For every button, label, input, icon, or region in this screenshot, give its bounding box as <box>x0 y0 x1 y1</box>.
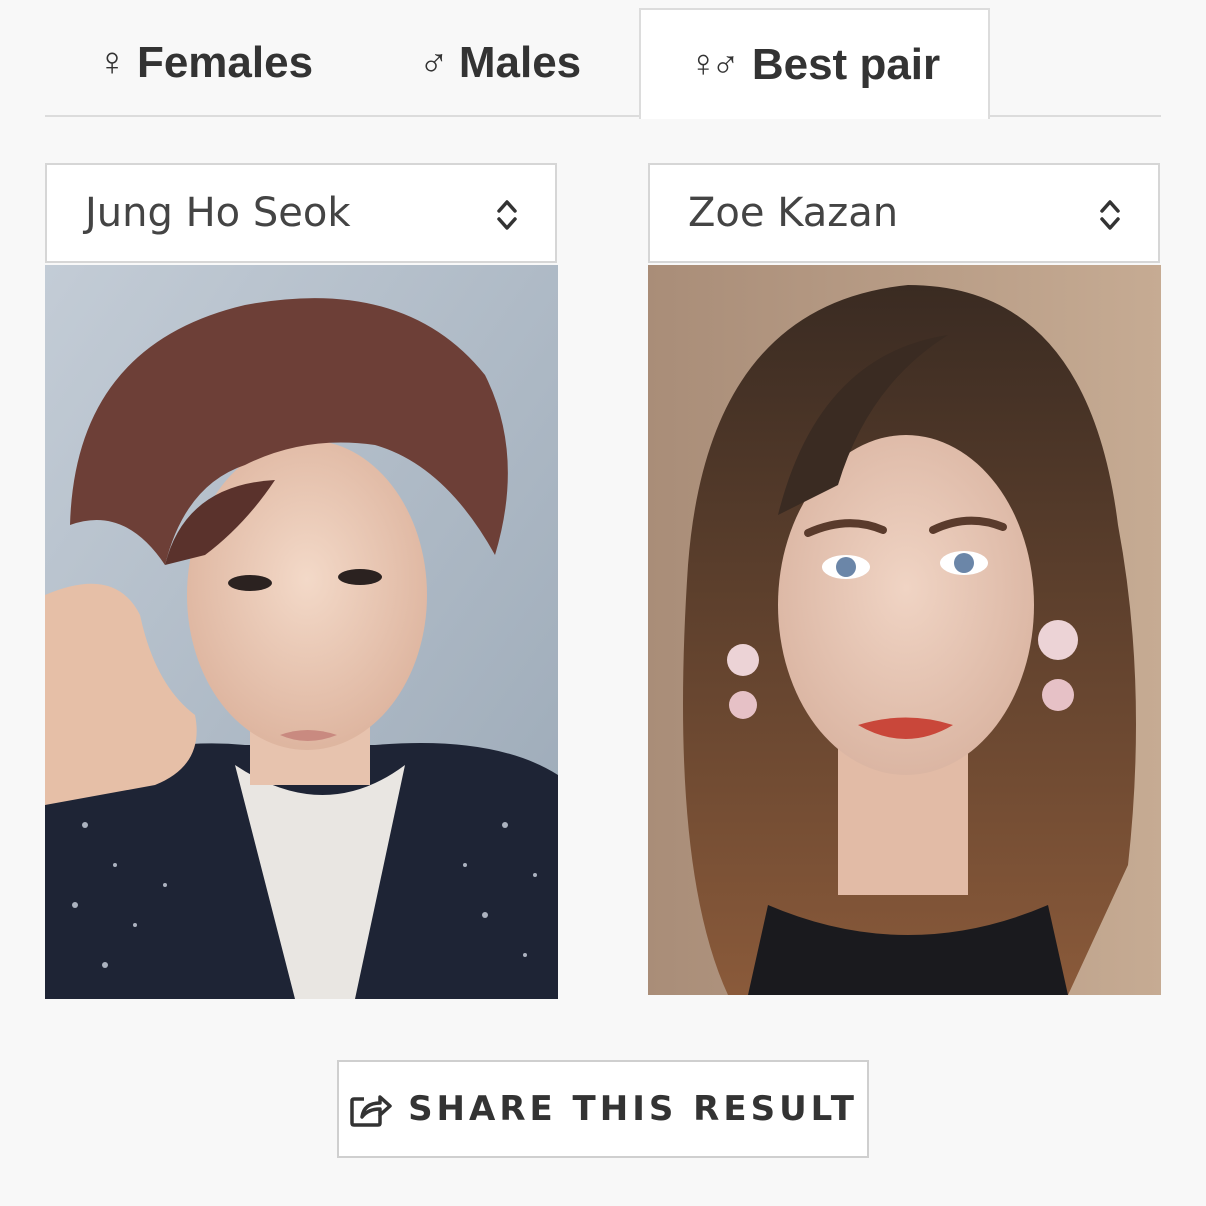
male-portrait-photo <box>45 265 558 999</box>
tab-females-label: Females <box>136 37 314 87</box>
share-icon <box>350 1095 392 1127</box>
share-result-button[interactable]: SHARE THIS RESULT <box>337 1060 869 1158</box>
tab-bar: ♀ Females ♂ Males ♀♂ Best pair <box>45 0 1161 119</box>
share-result-label: SHARE THIS RESULT <box>408 1089 858 1129</box>
chevron-up-down-icon <box>1100 200 1120 230</box>
page: ♀ Females ♂ Males ♀♂ Best pair Jung Ho S… <box>0 0 1206 1206</box>
chevron-up-down-icon <box>497 200 517 230</box>
female-icon: ♀ <box>96 40 127 84</box>
tab-best-pair[interactable]: ♀♂ Best pair <box>639 8 990 119</box>
tab-best-pair-label: Best pair <box>751 39 941 89</box>
tab-males[interactable]: ♂ Males <box>405 8 595 117</box>
female-select[interactable]: Zoe Kazan <box>648 163 1160 263</box>
female-select-value: Zoe Kazan <box>688 190 899 236</box>
male-select[interactable]: Jung Ho Seok <box>45 163 557 263</box>
tab-males-label: Males <box>458 37 582 87</box>
pair-icon: ♀♂ <box>688 43 740 85</box>
tab-females[interactable]: ♀ Females <box>85 8 325 117</box>
male-icon: ♂ <box>418 40 449 84</box>
male-select-value: Jung Ho Seok <box>85 190 351 236</box>
female-portrait-photo <box>648 265 1161 995</box>
